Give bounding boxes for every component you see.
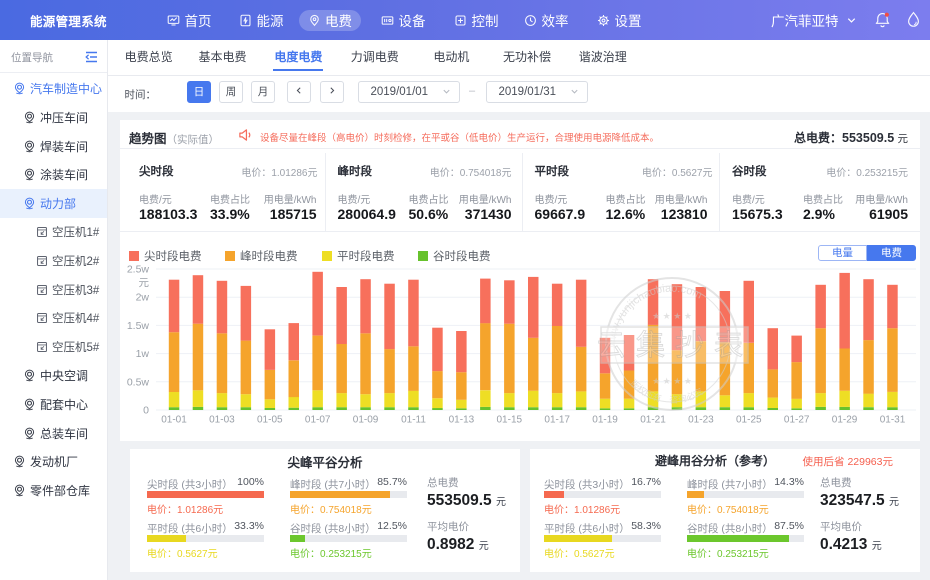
svg-text:2.5w: 2.5w	[127, 264, 150, 276]
svg-text:1w: 1w	[136, 348, 150, 360]
svg-text:元: 元	[139, 277, 150, 289]
svg-text:01-09: 01-09	[353, 415, 379, 426]
svg-text:01-11: 01-11	[401, 415, 426, 426]
svg-text:01-25: 01-25	[736, 415, 762, 426]
svg-text:★ ★ ★ ★: ★ ★ ★ ★	[652, 376, 692, 386]
svg-text:0.5w: 0.5w	[127, 376, 150, 388]
svg-text:01-01: 01-01	[161, 415, 187, 426]
svg-text:01-29: 01-29	[832, 415, 858, 426]
svg-text:★ ★ ★ ★: ★ ★ ★ ★	[652, 311, 692, 321]
svg-text:01-03: 01-03	[209, 415, 235, 426]
svg-text:01-21: 01-21	[640, 415, 666, 426]
svg-text:云集抄表: 云集抄表	[597, 329, 753, 362]
svg-text:01-15: 01-15	[497, 415, 523, 426]
svg-text:01-27: 01-27	[784, 415, 810, 426]
svg-text:2w: 2w	[136, 292, 150, 304]
svg-text:01-05: 01-05	[257, 415, 283, 426]
svg-text:01-23: 01-23	[688, 415, 714, 426]
svg-text:01-17: 01-17	[544, 415, 570, 426]
svg-text:1.5w: 1.5w	[127, 320, 150, 332]
svg-text:0: 0	[143, 405, 149, 417]
svg-text:01-07: 01-07	[305, 415, 331, 426]
svg-text:01-31: 01-31	[880, 415, 906, 426]
svg-text:01-13: 01-13	[449, 415, 475, 426]
svg-text:01-19: 01-19	[592, 415, 618, 426]
